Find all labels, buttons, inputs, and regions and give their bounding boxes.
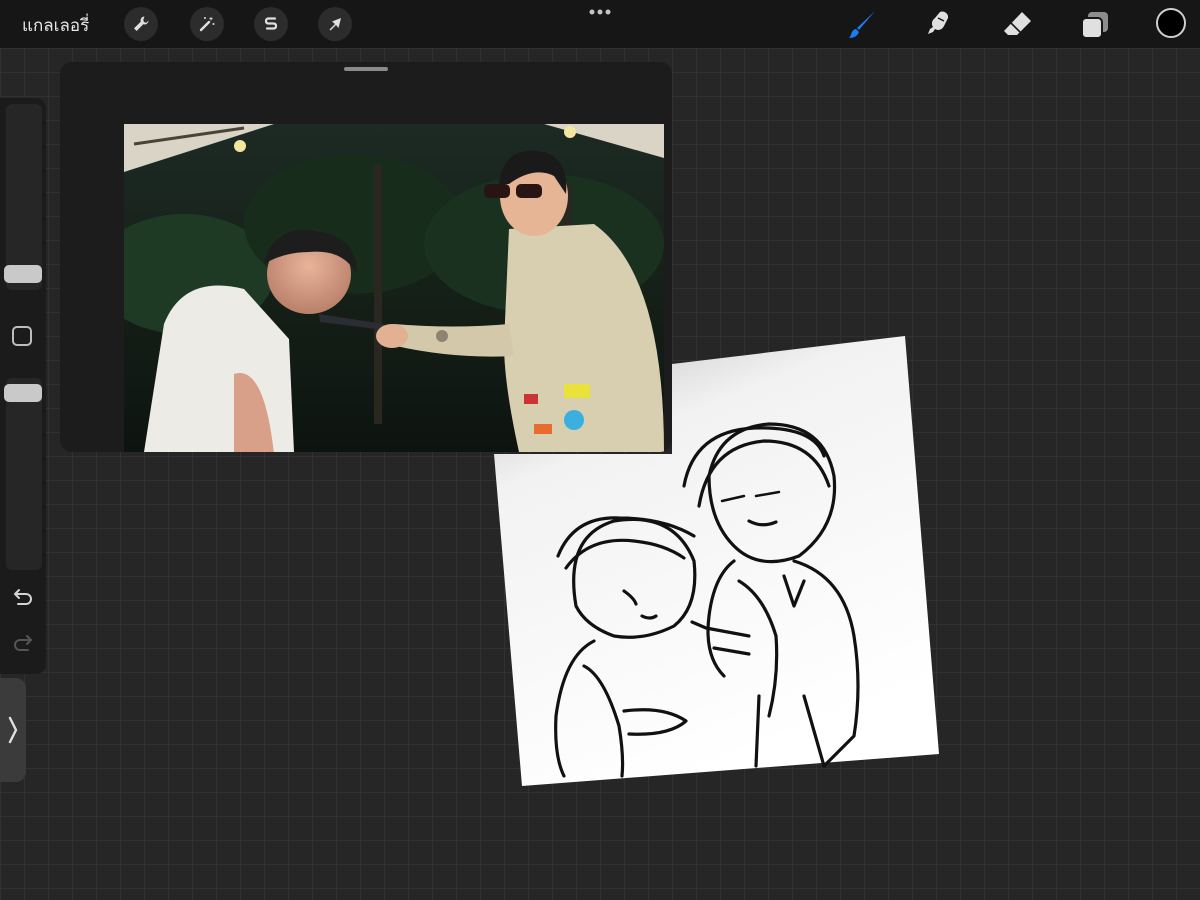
gallery-button[interactable]: แกลเลอรี่ <box>22 12 89 39</box>
smudge-tool-button[interactable] <box>922 8 956 42</box>
selection-s-icon <box>264 17 278 30</box>
chevron-right-icon <box>8 716 18 744</box>
brush-icon <box>849 11 875 38</box>
transform-button[interactable] <box>318 7 352 41</box>
eraser-icon <box>1004 12 1031 35</box>
layers-button[interactable] <box>1078 8 1112 42</box>
smudge-icon <box>928 11 949 34</box>
reference-drag-handle[interactable] <box>344 67 388 71</box>
wrench-icon <box>134 16 149 31</box>
sidebar-toggle-button[interactable] <box>0 678 26 782</box>
redo-button[interactable] <box>10 634 36 656</box>
brush-tool-button[interactable] <box>845 8 879 42</box>
more-options-button[interactable] <box>586 4 614 20</box>
color-picker-button[interactable] <box>1156 8 1186 38</box>
canvas-sketch[interactable] <box>494 336 939 786</box>
arrow-cursor-icon <box>329 18 341 31</box>
adjustments-button[interactable] <box>190 7 224 41</box>
modify-button[interactable] <box>12 326 32 346</box>
undo-button[interactable] <box>10 588 36 610</box>
undo-icon <box>14 589 32 605</box>
actions-button[interactable] <box>124 7 158 41</box>
redo-icon <box>14 635 32 651</box>
magic-wand-icon <box>199 16 215 32</box>
more-dots-icon <box>589 9 611 15</box>
opacity-thumb[interactable] <box>4 384 42 402</box>
top-toolbar: แกลเลอรี่ <box>0 0 1200 48</box>
left-sidebar <box>0 98 46 674</box>
layers-icon <box>1081 12 1108 39</box>
selection-button[interactable] <box>254 7 288 41</box>
brush-size-thumb[interactable] <box>4 265 42 283</box>
eraser-tool-button[interactable] <box>1000 8 1034 42</box>
opacity-slider[interactable] <box>6 378 42 570</box>
brush-size-slider[interactable] <box>6 104 42 290</box>
